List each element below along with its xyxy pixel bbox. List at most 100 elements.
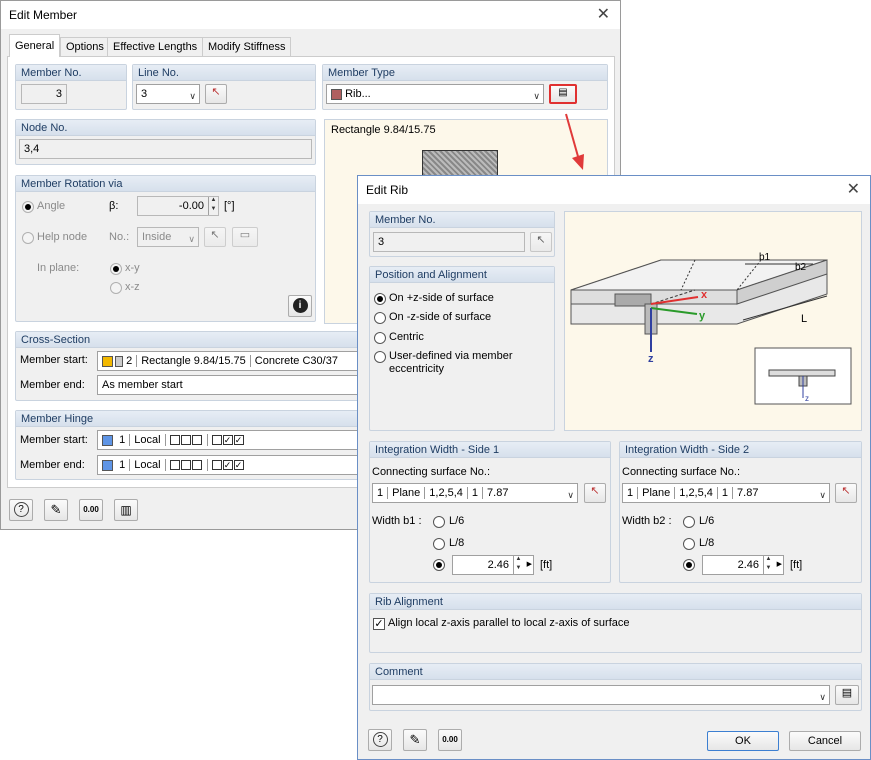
tab-options[interactable]: Options xyxy=(60,37,110,56)
pick-member-button[interactable]: ▥ xyxy=(114,499,138,521)
rib-member-no-value: 3 xyxy=(378,236,385,248)
minus-z-side-radio[interactable] xyxy=(374,312,386,324)
close-icon[interactable]: ✕ xyxy=(847,176,860,204)
cs-end-select[interactable]: As member start xyxy=(97,375,377,395)
centric-radio[interactable] xyxy=(374,332,386,344)
separator xyxy=(482,487,484,500)
pick-node-button[interactable]: ↖ xyxy=(204,227,226,247)
hinge-end-select[interactable]: 1 Local ✓ ✓ xyxy=(97,455,377,475)
cs-end-value: As member start xyxy=(102,379,183,391)
rib-units-button[interactable]: 0.00 xyxy=(438,729,462,751)
edit-member-titlebar: Edit Member ✕ xyxy=(1,1,620,29)
beta-unit: [°] xyxy=(224,200,235,212)
ok-button[interactable]: OK xyxy=(707,731,779,751)
xy-radio[interactable] xyxy=(110,263,122,275)
tab-general[interactable]: General xyxy=(9,34,61,57)
edit-dialog-icon: ▤ xyxy=(558,87,568,98)
side1-l8-radio[interactable] xyxy=(433,538,445,550)
tab-modify-stiffness[interactable]: Modify Stiffness xyxy=(202,37,292,56)
member-type-header: Member Type xyxy=(323,65,607,81)
angle-radio[interactable] xyxy=(22,201,34,213)
xz-radio[interactable] xyxy=(110,282,122,294)
integration-width-side2-group: Integration Width - Side 2 Connecting su… xyxy=(619,441,862,583)
info-button[interactable]: i xyxy=(288,295,312,317)
side1-l6-radio[interactable] xyxy=(433,516,445,528)
rib-help-button[interactable]: ? xyxy=(368,729,392,751)
b2-label: b2 xyxy=(795,262,807,273)
side2-c1: 1 xyxy=(627,487,634,499)
units-button[interactable]: 0.00 xyxy=(79,499,103,521)
side2-c2: Plane xyxy=(642,487,671,499)
separator xyxy=(674,487,676,500)
rib-pick-member-button[interactable]: ↖ xyxy=(530,232,552,252)
section-shape-icon xyxy=(115,355,123,367)
node-no-field: 3,4 xyxy=(19,139,312,159)
plus-z-side-radio[interactable] xyxy=(374,293,386,305)
cancel-button[interactable]: Cancel xyxy=(789,731,861,751)
close-icon[interactable]: ✕ xyxy=(597,1,610,29)
side2-pick-button[interactable]: ↖ xyxy=(835,483,857,503)
separator xyxy=(716,487,718,500)
help-button[interactable]: ? xyxy=(9,499,33,521)
pick-line-button[interactable]: ↖ xyxy=(205,84,227,104)
edit-button[interactable]: ✎ xyxy=(44,499,68,521)
side1-conn-select[interactable]: 1 Plane 1,2,5,4 1 7.87 ∨ xyxy=(372,483,578,503)
side2-l6-radio[interactable] xyxy=(683,516,695,528)
member-type-select[interactable]: Rib... ∨ xyxy=(326,84,544,104)
side1-c4: 1 xyxy=(471,487,479,499)
side2-spinner[interactable]: ▲ ▼ xyxy=(763,556,773,574)
hinge-checkbox-checked: ✓ xyxy=(222,460,233,471)
comment-library-button[interactable]: ▤ xyxy=(835,685,859,705)
rib-diagram: x y z b1 b2 L z xyxy=(564,211,862,431)
side1-custom-radio[interactable] xyxy=(433,559,445,571)
section-preview-label: Rectangle 9.84/15.75 xyxy=(331,124,436,136)
user-defined-radio[interactable] xyxy=(374,351,386,363)
side2-header: Integration Width - Side 2 xyxy=(620,442,861,458)
side1-spinner[interactable]: ▲ ▼ xyxy=(513,556,523,574)
help-node-select[interactable]: Inside ∨ xyxy=(137,227,199,247)
side1-width-label: Width b1 : xyxy=(372,515,422,527)
hinge-start-no: 1 xyxy=(119,434,126,446)
minus-z-side-label: On -z-side of surface xyxy=(389,311,492,323)
select-node-button[interactable]: ▭ xyxy=(232,227,258,247)
separator xyxy=(136,355,138,368)
integration-width-side1-group: Integration Width - Side 1 Connecting su… xyxy=(369,441,611,583)
up-arrow-icon: ▲ xyxy=(515,556,522,562)
slab-front xyxy=(570,289,738,305)
hinge-checkbox-checked: ✓ xyxy=(233,435,244,446)
member-rotation-group: Member Rotation via Angle β: -0.00 ▲ ▼ [°]… xyxy=(15,175,316,322)
pick-list-icon: ▥ xyxy=(120,503,132,517)
beta-spinner[interactable]: ▲ ▼ xyxy=(208,197,218,215)
plus-z-side-label: On +z-side of surface xyxy=(389,292,494,304)
tab-effective-lengths[interactable]: Effective Lengths xyxy=(107,37,204,56)
side2-l8-radio[interactable] xyxy=(683,538,695,550)
side1-c1: 1 xyxy=(377,487,384,499)
side2-width-input[interactable]: 2.46 ▲ ▼ ▶ xyxy=(702,555,784,575)
side1-l6-label: L/6 xyxy=(449,515,465,527)
cs-start-select[interactable]: 2 Rectangle 9.84/15.75 Concrete C30/37 xyxy=(97,351,377,371)
beta-input[interactable]: -0.00 ▲ ▼ xyxy=(137,196,219,216)
rib-edit-button[interactable]: ✎ xyxy=(403,729,427,751)
side2-conn-select[interactable]: 1 Plane 1,2,5,4 1 7.87 ∨ xyxy=(622,483,830,503)
side2-more-icon[interactable]: ▶ xyxy=(777,556,782,574)
edit-member-type-button[interactable]: ▤ xyxy=(549,84,577,104)
separator xyxy=(164,459,166,472)
hinge-color-swatch xyxy=(102,434,113,446)
member-type-group: Member Type Rib... ∨ ▤ xyxy=(322,64,608,110)
align-z-axis-checkbox[interactable]: ✓ xyxy=(373,618,385,630)
cross-section-header: Cross-Section xyxy=(16,332,364,348)
comment-input[interactable]: ∨ xyxy=(372,685,830,705)
line-no-value: 3 xyxy=(141,88,148,100)
help-node-radio[interactable] xyxy=(22,232,34,244)
side2-custom-radio[interactable] xyxy=(683,559,695,571)
line-no-select[interactable]: 3 ∨ xyxy=(136,84,200,104)
hinge-start-select[interactable]: 1 Local ✓ ✓ xyxy=(97,430,377,450)
beta-label: β: xyxy=(109,200,119,212)
info-icon: i xyxy=(292,298,308,313)
side1-pick-button[interactable]: ↖ xyxy=(584,483,606,503)
side1-width-value: 2.46 xyxy=(487,559,509,571)
side1-header: Integration Width - Side 1 xyxy=(370,442,610,458)
edit-icon: ✎ xyxy=(409,732,421,747)
side1-width-input[interactable]: 2.46 ▲ ▼ ▶ xyxy=(452,555,534,575)
side1-more-icon[interactable]: ▶ xyxy=(527,556,532,574)
